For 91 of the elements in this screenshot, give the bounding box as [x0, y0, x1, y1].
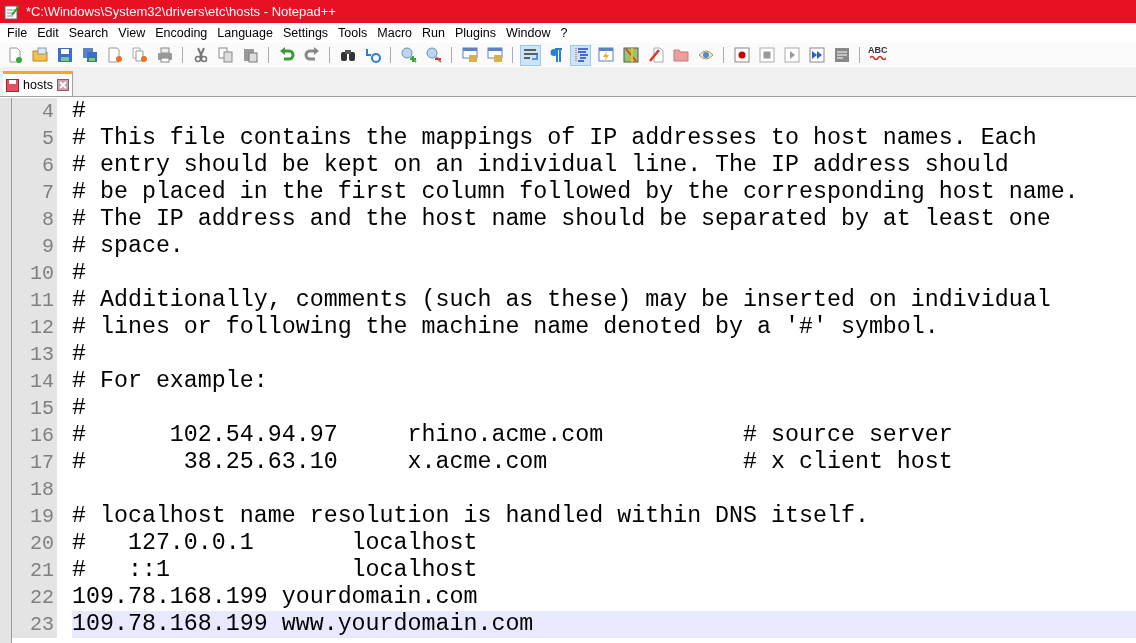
line-number: 16 [30, 422, 54, 449]
line-number: 10 [30, 260, 54, 287]
menu-item[interactable]: Language [212, 23, 278, 43]
line-number: 15 [30, 395, 54, 422]
map-icon [622, 47, 639, 63]
window-lock-icon [486, 47, 503, 63]
line-number: 9 [42, 233, 54, 260]
menu-item[interactable]: Settings [277, 23, 334, 43]
code-text: # localhost name resolution is handled within DNS itself. [72, 503, 869, 530]
menu-item[interactable]: Plugins [449, 23, 501, 43]
line-number: 17 [30, 449, 54, 476]
fast-forward-icon [808, 47, 825, 63]
menu-item[interactable]: View [113, 23, 151, 43]
close-icon[interactable] [56, 79, 69, 91]
code-text: # For example: [72, 368, 268, 395]
word-wrap-icon [522, 47, 539, 63]
menu-item[interactable]: Encoding [150, 23, 213, 43]
line-number: 8 [42, 206, 54, 233]
scissors-icon [192, 47, 209, 63]
code-text: # be placed in the first column followed by the corresponding host name. [72, 179, 1079, 206]
zoom-in-icon [400, 47, 417, 63]
line-number: 21 [30, 557, 54, 584]
line-number: 6 [42, 152, 54, 179]
record-icon [733, 47, 750, 63]
code-text: 109.78.168.199 yourdomain.com [72, 584, 478, 611]
line-number: 23 [30, 611, 54, 638]
undo-icon [278, 47, 295, 63]
menu-item[interactable]: Search [63, 23, 114, 43]
replace-icon [364, 47, 381, 63]
code-text: # This file contains the mappings of IP addresses to host names. Each [72, 125, 1037, 152]
spell-check-button[interactable]: ABC [867, 45, 889, 65]
code-text: # 102.54.94.97 rhino.acme.com # source server [72, 422, 953, 449]
window-title: *C:\Windows\System32\drivers\etc\hosts - Notepad++ [26, 2, 336, 21]
line-number: 13 [30, 341, 54, 368]
new-file-icon [6, 47, 23, 63]
line-number: 20 [30, 530, 54, 557]
folder-icon [672, 47, 689, 63]
code-text: # [72, 341, 86, 368]
stop-icon [758, 47, 775, 63]
code-text: # 127.0.0.1 localhost [72, 530, 478, 557]
zoom-out-icon [425, 47, 442, 63]
code-text: # [72, 395, 86, 422]
line-number: 7 [42, 179, 54, 206]
line-number: 5 [42, 125, 54, 152]
paste-icon [242, 47, 259, 63]
notepad-icon [4, 3, 20, 20]
pilcrow-icon [547, 47, 564, 63]
toolbar-button[interactable] [806, 44, 827, 66]
printer-icon [156, 47, 173, 63]
pen-document-icon [647, 47, 664, 63]
code-text: # The IP address and the host name should be separated by at least one [72, 206, 1051, 233]
eye-icon [697, 47, 714, 63]
redo-icon [303, 47, 320, 63]
line-number: 22 [30, 584, 54, 611]
line-number: 11 [30, 287, 54, 314]
menu-item[interactable]: File [2, 23, 33, 43]
code-text: # lines or following the machine name denoted by a '#' symbol. [72, 314, 939, 341]
line-number: 12 [30, 314, 54, 341]
line-number: 4 [42, 98, 54, 125]
code-text: # [72, 98, 86, 125]
line-number: 14 [30, 368, 54, 395]
menu-item[interactable]: Run [417, 23, 450, 43]
indent-guide-icon [572, 47, 589, 63]
menu-item[interactable]: Tools [333, 23, 373, 43]
menu-item[interactable]: Window [500, 23, 556, 43]
floppy-disks-icon [81, 47, 98, 63]
code-text: # 38.25.63.10 x.acme.com # x client host [72, 449, 953, 476]
close-file-icon [106, 47, 123, 63]
close-files-icon [131, 47, 148, 63]
code-text: 109.78.168.199 www.yourdomain.com [72, 611, 534, 638]
lightning-window-icon [597, 47, 614, 63]
code-text: # [72, 260, 86, 287]
play-icon [783, 47, 800, 63]
menu-item[interactable]: Edit [32, 23, 64, 43]
copy-icon [217, 47, 234, 63]
macro-list-icon [833, 47, 850, 63]
window-lock-icon [461, 47, 478, 63]
file-tab[interactable]: hosts [3, 71, 73, 96]
toolbar-button[interactable] [731, 44, 752, 66]
code-text: # space. [72, 233, 184, 260]
code-text: # Additionally, comments (such as these) may be inserted on individual [72, 287, 1051, 314]
code-text: # entry should be kept on an individual line. The IP address should [72, 152, 1009, 179]
binoculars-icon [339, 47, 356, 63]
menu-item[interactable]: ? [555, 23, 573, 43]
line-number: 19 [30, 503, 54, 530]
squiggle-icon [869, 55, 886, 60]
code-text: # ::1 localhost [72, 557, 478, 584]
line-number: 18 [30, 476, 54, 503]
menu-item[interactable]: Macro [372, 23, 418, 43]
toolbar-button[interactable] [520, 44, 541, 66]
folder-icon [31, 47, 48, 63]
